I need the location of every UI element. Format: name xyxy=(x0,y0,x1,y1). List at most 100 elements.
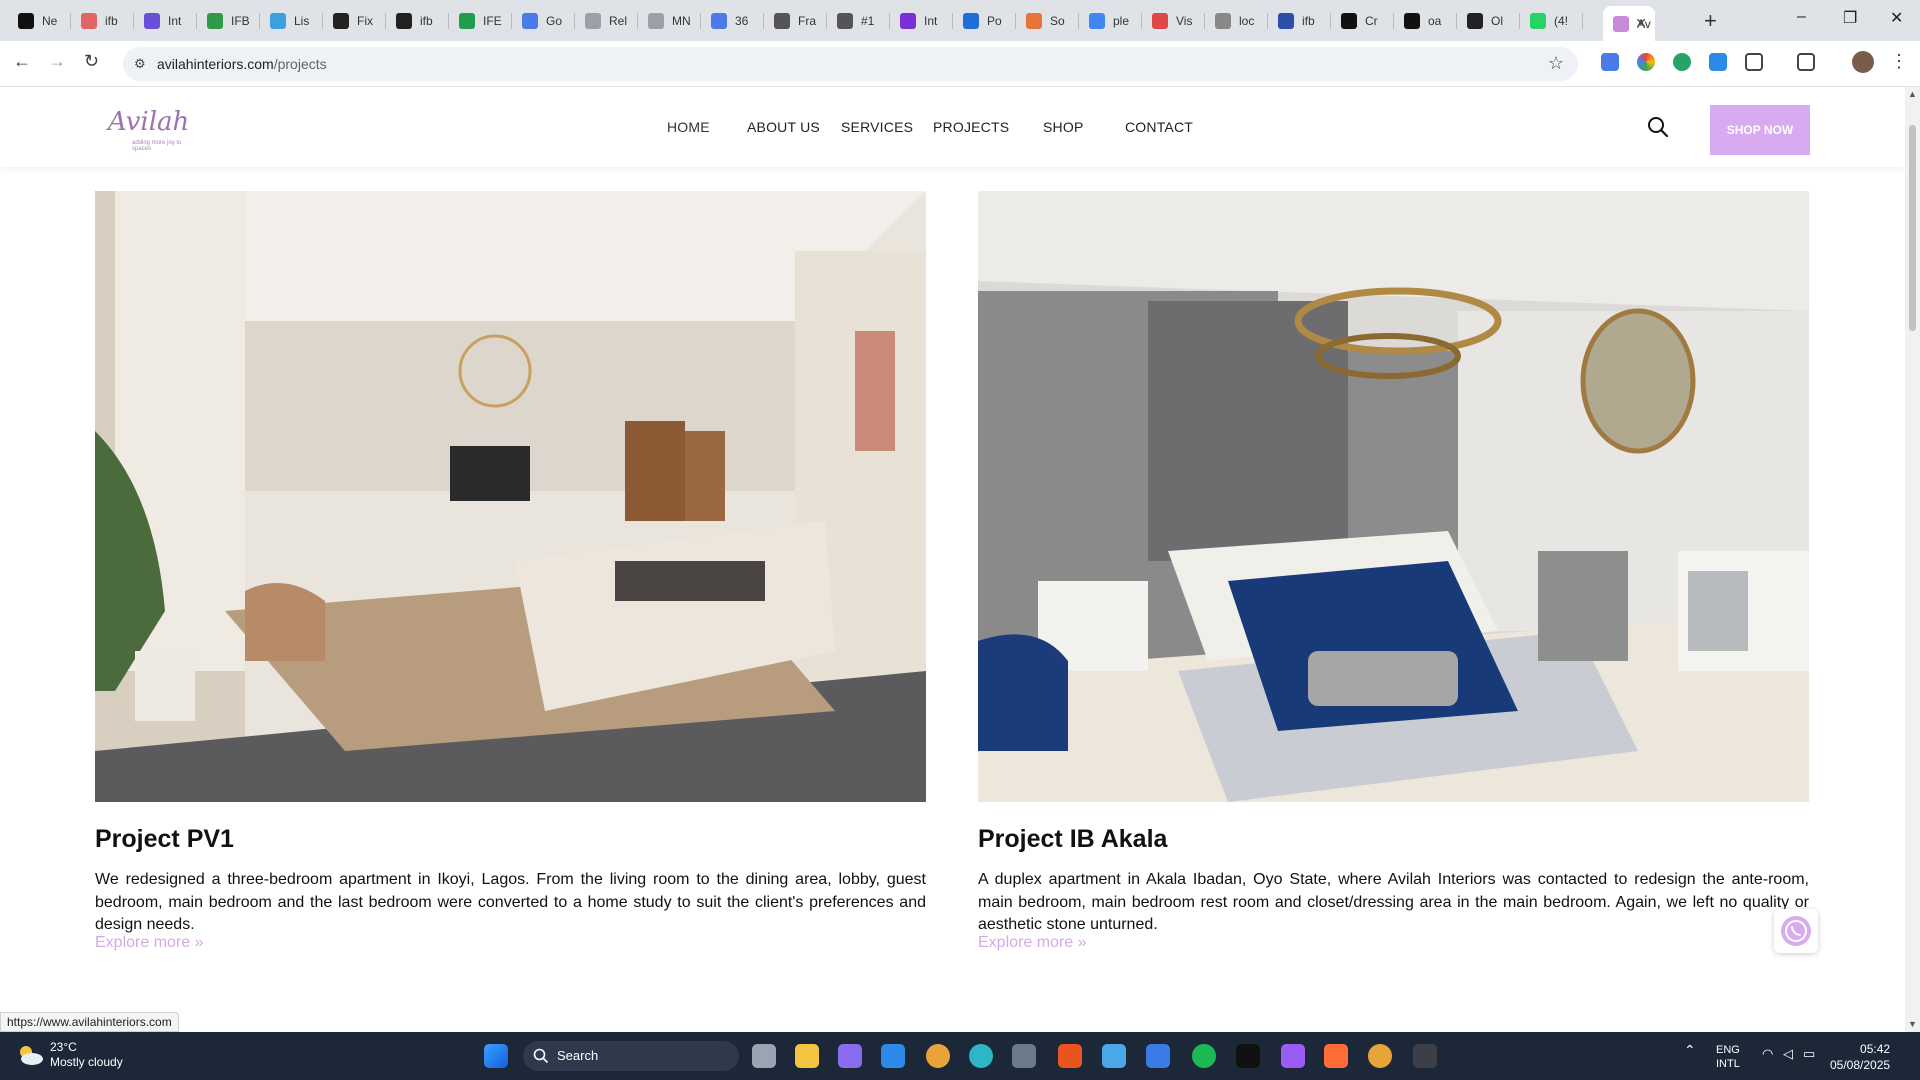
explore-more-link[interactable]: Explore more » xyxy=(978,934,1087,952)
scroll-down-arrow-icon[interactable]: ▼ xyxy=(1908,1019,1917,1029)
browser-tab[interactable]: Int xyxy=(134,6,194,35)
back-button[interactable]: ← xyxy=(13,51,31,72)
weather-temperature: 23°C xyxy=(50,1040,77,1054)
extension-icon[interactable] xyxy=(1601,53,1619,71)
browser-tab[interactable]: ple xyxy=(1079,6,1139,35)
new-tab-button[interactable]: + xyxy=(1704,8,1717,34)
browser-tab[interactable]: Fra xyxy=(764,6,824,35)
extensions-puzzle-icon[interactable] xyxy=(1745,53,1763,71)
tab-title: oa xyxy=(1428,13,1442,28)
browser-tab[interactable]: loc xyxy=(1205,6,1265,35)
browser-tab[interactable]: IFB xyxy=(197,6,257,35)
nav-about-us[interactable]: ABOUT US xyxy=(747,119,820,135)
browser-tab[interactable]: oa xyxy=(1394,6,1454,35)
browser-tab[interactable]: Ol xyxy=(1457,6,1517,35)
weather-widget[interactable]: 23°C Mostly cloudy xyxy=(16,1040,123,1070)
language-indicator[interactable]: ENG INTL xyxy=(1716,1043,1740,1071)
spotify-icon[interactable] xyxy=(1192,1044,1216,1068)
nav-services[interactable]: SERVICES xyxy=(841,119,913,135)
terminal-icon[interactable] xyxy=(1413,1044,1437,1068)
wifi-icon[interactable]: ◠ xyxy=(1762,1047,1773,1061)
project-photo-living-room[interactable] xyxy=(95,191,926,802)
site-info-icon[interactable]: ⚙ xyxy=(134,56,146,72)
extension-icon[interactable] xyxy=(1637,53,1655,71)
explore-more-link[interactable]: Explore more » xyxy=(95,934,204,952)
tab-title: #1 xyxy=(861,13,875,28)
scrollbar-thumb[interactable] xyxy=(1909,125,1916,331)
browser-tab[interactable]: ifb xyxy=(386,6,446,35)
browser-tab[interactable]: Ne xyxy=(8,6,68,35)
capcut-icon[interactable] xyxy=(1236,1044,1260,1068)
close-window-button[interactable]: ✕ xyxy=(1890,8,1903,28)
edge-icon[interactable] xyxy=(969,1044,993,1068)
vscode-icon[interactable] xyxy=(881,1044,905,1068)
address-bar[interactable]: ⚙ avilahinteriors.com/projects ☆ xyxy=(123,47,1578,81)
tab-search-icon[interactable] xyxy=(1797,53,1815,71)
browser-tab[interactable]: Cr xyxy=(1331,6,1391,35)
chrome-icon[interactable] xyxy=(926,1044,950,1068)
tab-title: Fra xyxy=(798,13,816,28)
file-explorer-icon[interactable] xyxy=(795,1044,819,1068)
extension-icon[interactable] xyxy=(1673,53,1691,71)
close-tab-icon[interactable]: ✕ xyxy=(1635,15,1647,32)
browser-tab[interactable]: Po xyxy=(953,6,1013,35)
profile-avatar[interactable] xyxy=(1852,51,1874,73)
ubuntu-icon[interactable] xyxy=(1058,1044,1082,1068)
browser-tab[interactable]: Go xyxy=(512,6,572,35)
chrome-dev-icon[interactable] xyxy=(1368,1044,1392,1068)
volume-icon[interactable]: ◁ xyxy=(1783,1047,1793,1061)
notepad-icon[interactable] xyxy=(1102,1044,1126,1068)
start-windows-icon[interactable] xyxy=(484,1044,508,1068)
page-scrollbar[interactable]: ▲ ▼ xyxy=(1905,87,1920,1032)
project-photo-bedroom[interactable] xyxy=(978,191,1809,802)
maximize-button[interactable]: ❐ xyxy=(1843,8,1857,28)
bookmark-star-icon[interactable]: ☆ xyxy=(1548,53,1564,74)
search-icon[interactable] xyxy=(1646,115,1670,139)
browser-tab[interactable]: #1 xyxy=(827,6,887,35)
tray-overflow-chevron-icon[interactable]: ⌃ xyxy=(1684,1043,1696,1057)
browser-tab[interactable]: (4! xyxy=(1520,6,1580,35)
browser-tab[interactable]: Rel xyxy=(575,6,635,35)
browser-tab[interactable]: 36 xyxy=(701,6,761,35)
vite-icon[interactable] xyxy=(1281,1044,1305,1068)
browser-tab[interactable]: Int xyxy=(890,6,950,35)
tab-title: loc xyxy=(1239,13,1255,28)
extension-icon[interactable] xyxy=(1709,53,1727,71)
task-view-icon[interactable] xyxy=(752,1044,776,1068)
minimize-button[interactable]: – xyxy=(1797,8,1806,26)
project-description: A duplex apartment in Akala Ibadan, Oyo … xyxy=(978,871,1809,933)
browser-tab[interactable]: MN xyxy=(638,6,698,35)
copilot-icon[interactable] xyxy=(838,1044,862,1068)
weather-description: Mostly cloudy xyxy=(50,1055,123,1069)
browser-tab[interactable]: Vis xyxy=(1142,6,1202,35)
store-icon[interactable] xyxy=(1146,1044,1170,1068)
url-text[interactable]: avilahinteriors.com/projects xyxy=(157,56,327,72)
calculator-icon[interactable] xyxy=(1012,1044,1036,1068)
tab-title: Int xyxy=(924,13,938,28)
reload-button[interactable]: ↻ xyxy=(84,51,99,72)
battery-icon[interactable]: ▭ xyxy=(1803,1047,1815,1061)
menu-kebab-icon[interactable]: ⋮ xyxy=(1890,51,1908,72)
browser-tab-active[interactable]: Av ✕ xyxy=(1603,6,1655,41)
browser-tab[interactable]: IFE xyxy=(449,6,509,35)
whatsapp-chat-button[interactable] xyxy=(1774,909,1818,953)
tab-title: Rel xyxy=(609,13,628,28)
taskbar-clock[interactable]: 05:42 05/08/2025 xyxy=(1830,1041,1890,1073)
browser-tab[interactable]: Lis xyxy=(260,6,320,35)
site-logo[interactable]: Avilah adding more joy to spaces xyxy=(98,107,189,152)
nav-shop[interactable]: SHOP xyxy=(1043,119,1083,135)
postman-icon[interactable] xyxy=(1324,1044,1348,1068)
nav-home[interactable]: HOME xyxy=(667,119,710,135)
shop-now-button[interactable]: SHOP NOW xyxy=(1710,105,1810,155)
nav-projects[interactable]: PROJECTS xyxy=(933,119,1009,135)
tab-favicon-icon xyxy=(1613,15,1629,32)
browser-tab[interactable]: Fix xyxy=(323,6,383,35)
forward-button[interactable]: → xyxy=(48,51,66,72)
taskbar-search-box[interactable]: Search xyxy=(523,1041,739,1071)
nav-contact[interactable]: CONTACT xyxy=(1125,119,1193,135)
browser-tab[interactable]: So xyxy=(1016,6,1076,35)
browser-tab[interactable]: ifb xyxy=(1268,6,1328,35)
browser-tab[interactable]: ifb xyxy=(71,6,131,35)
tab-title: IFB xyxy=(231,13,250,28)
scroll-up-arrow-icon[interactable]: ▲ xyxy=(1908,89,1917,99)
